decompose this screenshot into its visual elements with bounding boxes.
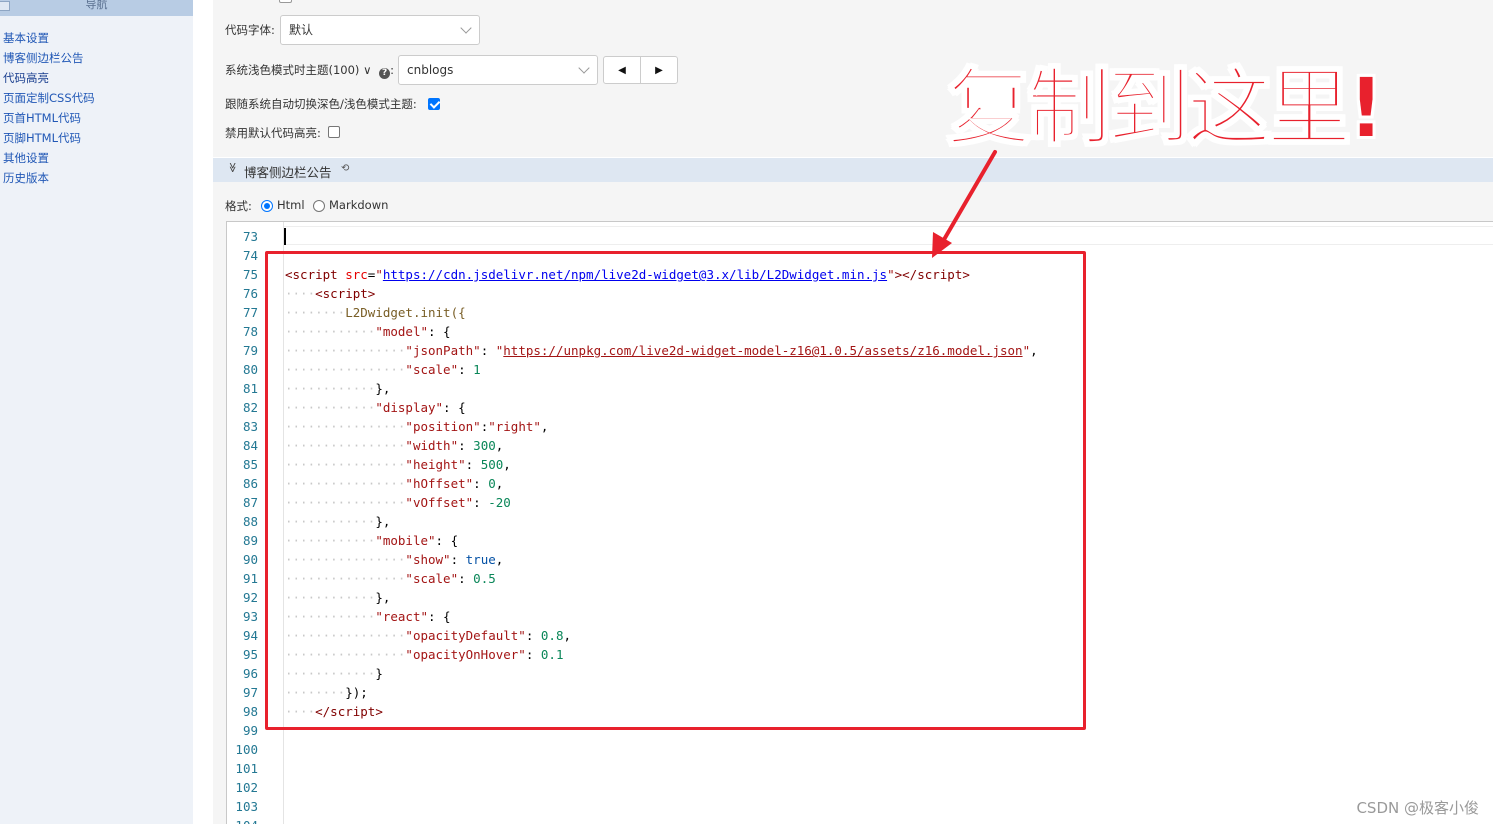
line-number: 91 [242, 571, 258, 586]
sidebar-item-header-html[interactable]: 页首HTML代码 [3, 108, 95, 128]
sidebar-item-code-highlight[interactable]: 代码高亮 [3, 68, 95, 88]
format-html-label[interactable]: Html [277, 198, 305, 212]
line-number: 73 [242, 229, 258, 244]
sidebar-item-basic-settings[interactable]: 基本设置 [3, 28, 95, 48]
auto-switch-label: 跟随系统自动切换深色/浅色模式主题: [225, 97, 417, 111]
nav-header: 导航 [0, 0, 193, 16]
line-number: 81 [242, 381, 258, 396]
light-theme-select[interactable]: cnblogs [398, 55, 598, 85]
sidebar-item-sidebar-notice[interactable]: 博客侧边栏公告 [3, 48, 95, 68]
current-line-highlight [284, 226, 1493, 245]
partial-checkbox[interactable] [279, 0, 292, 3]
sidebar-item-history[interactable]: 历史版本 [3, 168, 95, 188]
line-number: 92 [242, 590, 258, 605]
line-number: 82 [242, 400, 258, 415]
line-number: 98 [242, 704, 258, 719]
line-number: 96 [242, 666, 258, 681]
arrow-right-icon: ▶ [655, 64, 663, 76]
section-header[interactable]: ≫ 博客侧边栏公告 ⟲ [213, 157, 1493, 182]
nav-header-checkbox[interactable] [0, 1, 10, 11]
light-theme-value: cnblogs [407, 63, 454, 77]
disable-highlight-checkbox[interactable] [328, 126, 340, 138]
line-number: 79 [242, 343, 258, 358]
line-number: 94 [242, 628, 258, 643]
line-number: 84 [242, 438, 258, 453]
expand-chevron-icon[interactable]: ∨ [363, 63, 371, 77]
line-number: 93 [242, 609, 258, 624]
line-number: 103 [235, 799, 258, 814]
theme-nav-buttons: ◀ ▶ [603, 56, 678, 84]
light-theme-label-text: 系统浅色模式时主题(100) [225, 63, 360, 77]
line-number: 77 [242, 305, 258, 320]
nav-header-title: 导航 [85, 0, 108, 11]
collapse-icon[interactable]: ≫ [227, 162, 238, 172]
chevron-down-icon [460, 22, 472, 34]
auto-switch-checkbox[interactable] [428, 98, 440, 110]
format-html-radio[interactable] [261, 200, 273, 212]
format-label: 格式: [225, 199, 252, 213]
section-title: 博客侧边栏公告 [244, 165, 332, 180]
line-number: 95 [242, 647, 258, 662]
line-number: 97 [242, 685, 258, 700]
chevron-down-icon [578, 62, 590, 74]
light-theme-label: 系统浅色模式时主题(100) ∨ ?: [225, 62, 394, 79]
line-number: 89 [242, 533, 258, 548]
sidebar: 导航 基本设置 博客侧边栏公告 代码高亮 页面定制CSS代码 页首HTML代码 … [0, 0, 193, 824]
sidebar-item-custom-css[interactable]: 页面定制CSS代码 [3, 88, 95, 108]
line-number: 85 [242, 457, 258, 472]
arrow-left-icon: ◀ [618, 64, 626, 76]
text-caret [284, 228, 286, 245]
line-number: 76 [242, 286, 258, 301]
line-number: 80 [242, 362, 258, 377]
disable-highlight-label: 禁用默认代码高亮: [225, 126, 321, 140]
line-number: 86 [242, 476, 258, 491]
line-number: 104 [227, 816, 258, 824]
next-theme-button[interactable]: ▶ [641, 57, 677, 83]
help-icon[interactable]: ? [379, 68, 391, 79]
line-number: 87 [242, 495, 258, 510]
line-number: 102 [235, 780, 258, 795]
watermark: CSDN @极客小俊 [1356, 799, 1479, 817]
annotation-highlight-box [265, 251, 1086, 730]
reset-icon[interactable]: ⟲ [341, 163, 349, 174]
line-number: 83 [242, 419, 258, 434]
code-font-select[interactable]: 默认 [280, 15, 480, 45]
code-font-value: 默认 [289, 23, 314, 37]
format-markdown-label[interactable]: Markdown [329, 198, 388, 212]
line-number: 75 [242, 267, 258, 282]
line-number: 78 [242, 324, 258, 339]
line-number: 74 [242, 248, 258, 263]
line-number: 100 [235, 742, 258, 757]
line-number: 90 [242, 552, 258, 567]
line-number: 101 [235, 761, 258, 776]
light-theme-colon: : [390, 63, 395, 77]
line-number: 88 [242, 514, 258, 529]
format-markdown-radio[interactable] [313, 200, 325, 212]
nav-list: 基本设置 博客侧边栏公告 代码高亮 页面定制CSS代码 页首HTML代码 页脚H… [3, 28, 95, 188]
previous-theme-button[interactable]: ◀ [604, 57, 641, 83]
sidebar-item-footer-html[interactable]: 页脚HTML代码 [3, 128, 95, 148]
annotation-banner: 复制到这里! [946, 58, 1386, 158]
code-font-label: 代码字体: [225, 23, 275, 37]
line-number: 99 [242, 723, 258, 738]
sidebar-item-other-settings[interactable]: 其他设置 [3, 148, 95, 168]
